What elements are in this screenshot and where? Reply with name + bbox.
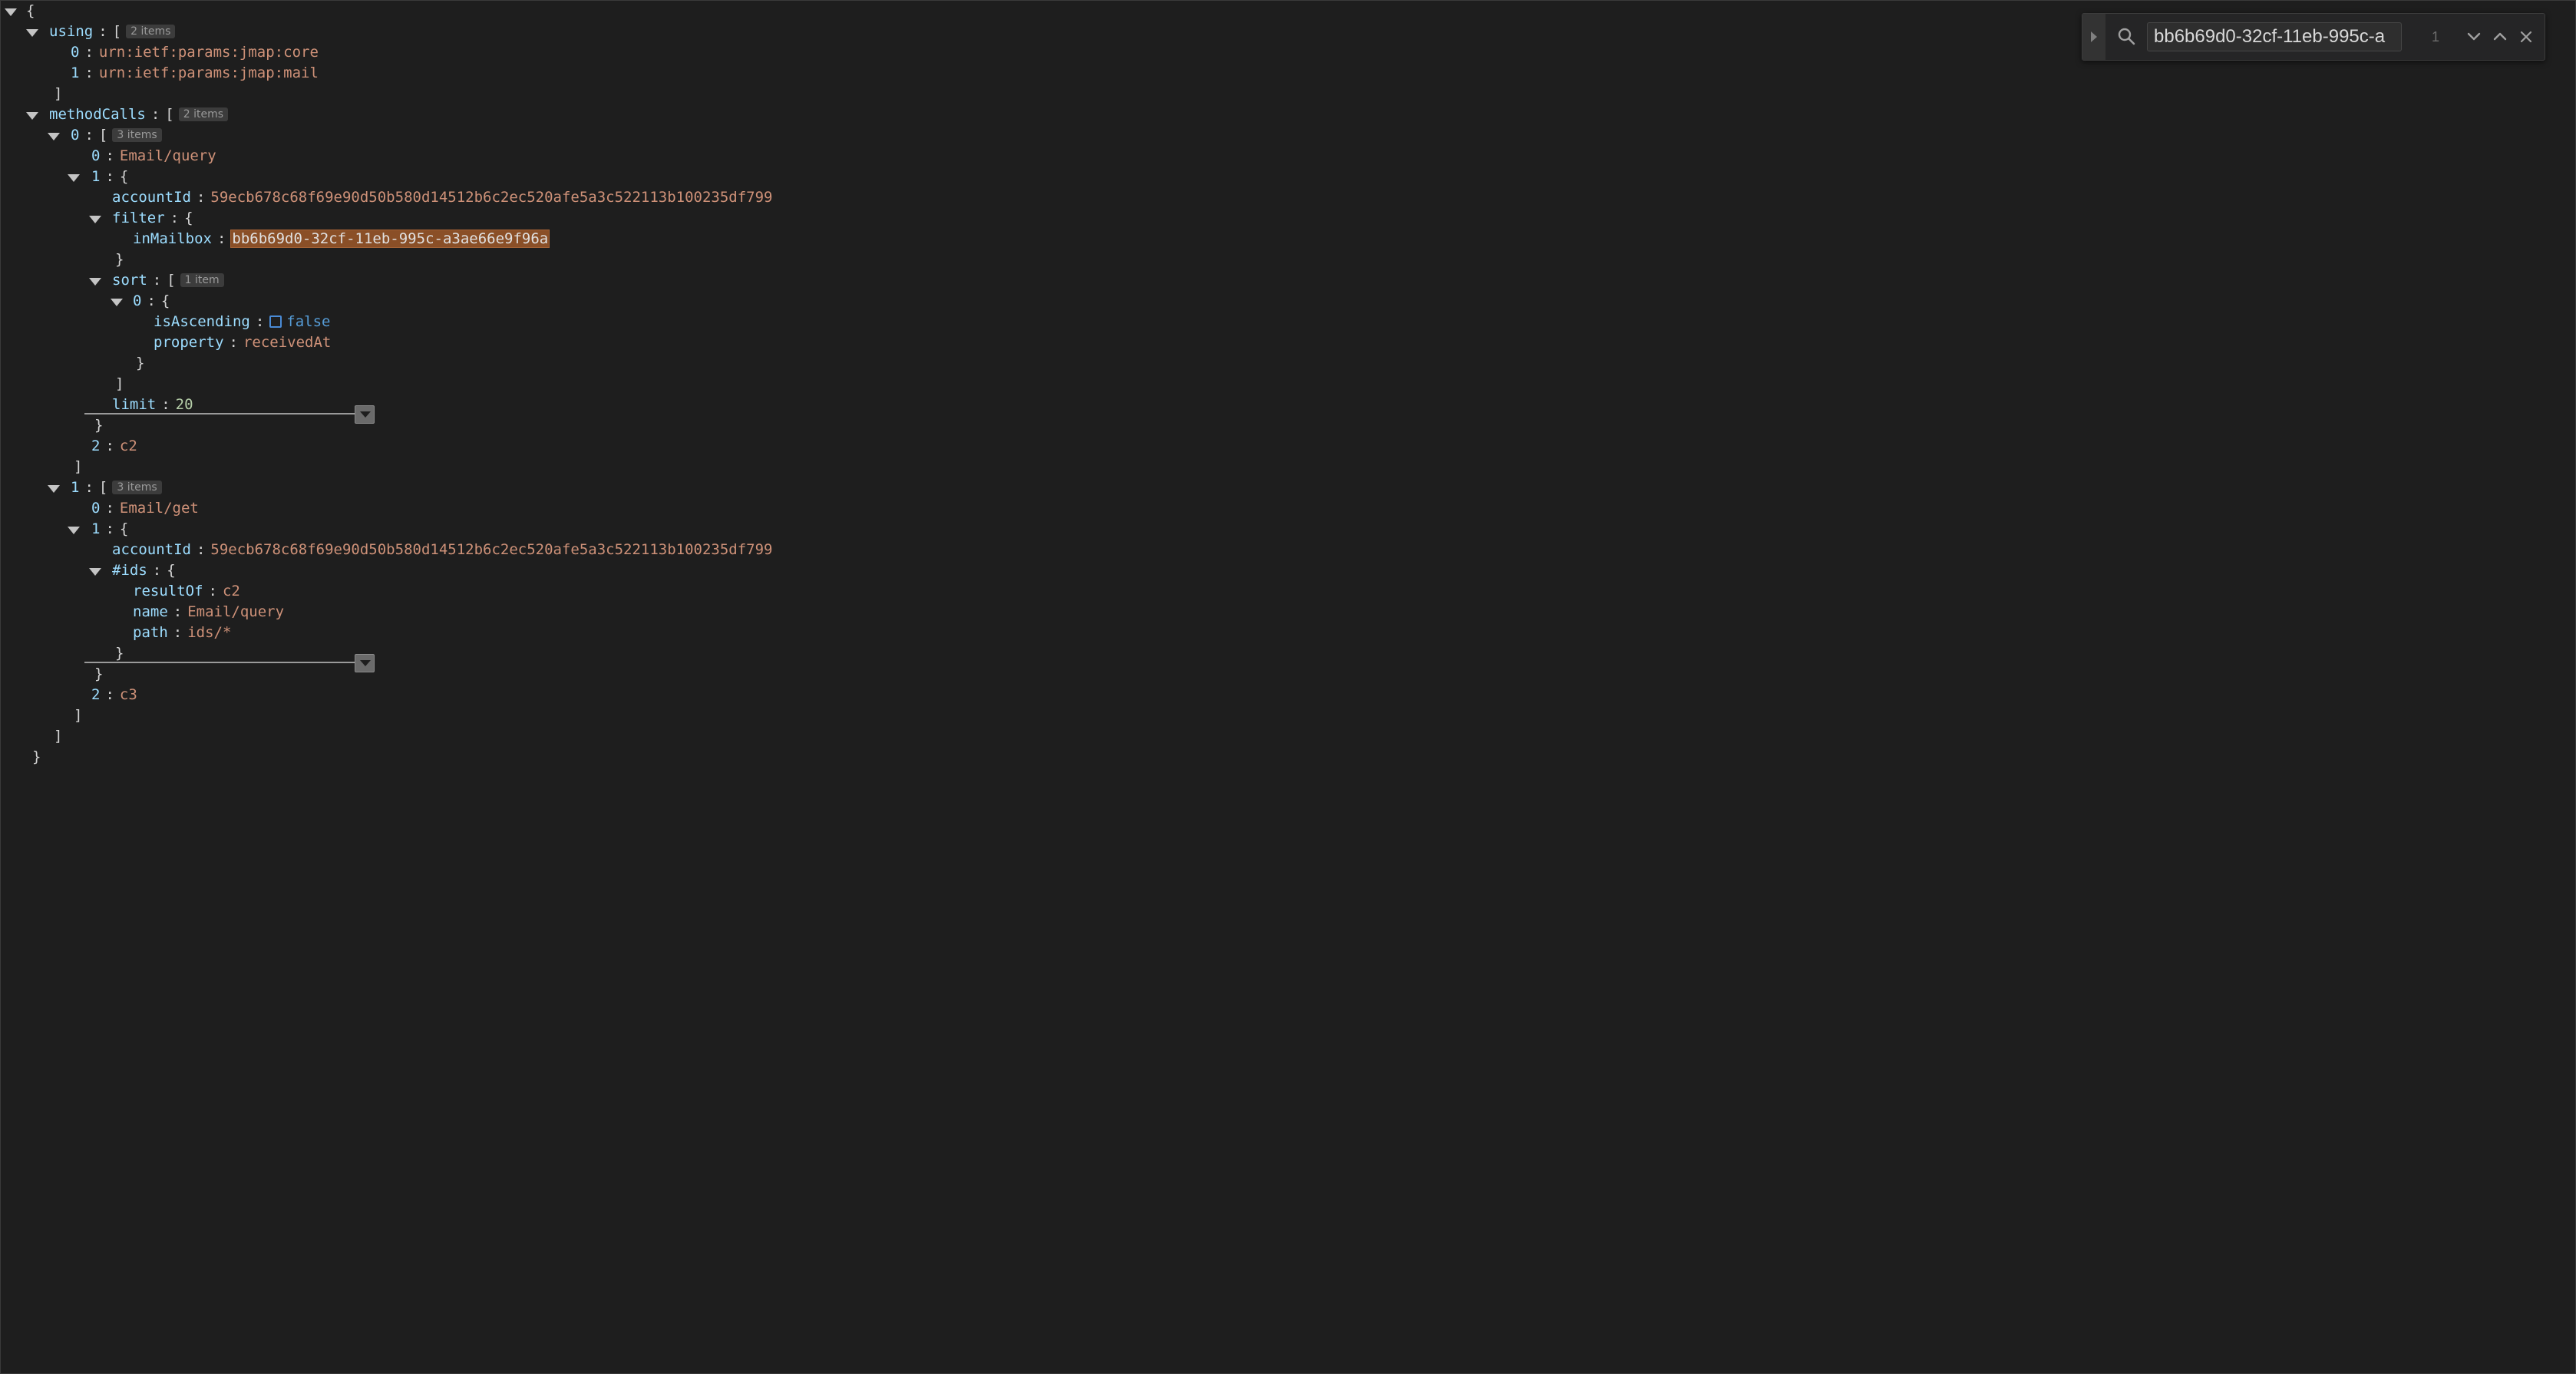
find-widget: 1 — [2082, 13, 2545, 61]
value-string: Email/query — [119, 147, 216, 164]
value-boolean: false — [286, 313, 331, 330]
key-methodcalls: methodCalls — [49, 106, 146, 123]
resize-guide-line — [84, 413, 358, 415]
value-string: 59ecb678c68f69e90d50b580d14512b6c2ec520a… — [210, 541, 773, 558]
expand-triangle-icon[interactable] — [111, 299, 123, 306]
expand-triangle-icon[interactable] — [26, 29, 38, 37]
item-count-badge: 3 items — [112, 128, 162, 142]
boolean-checkbox[interactable] — [269, 315, 282, 328]
value-string: Email/query — [187, 603, 285, 620]
expand-triangle-icon[interactable] — [68, 527, 80, 534]
value-string: c2 — [222, 583, 240, 599]
expand-triangle-icon[interactable] — [89, 568, 101, 576]
find-input[interactable] — [2147, 22, 2402, 51]
drag-handle[interactable] — [355, 405, 375, 424]
value-string: receivedAt — [243, 334, 332, 351]
close-icon[interactable] — [2514, 25, 2538, 49]
root-open-brace: { — [26, 2, 35, 19]
expand-triangle-icon[interactable] — [48, 133, 60, 140]
chevron-up-icon[interactable] — [2488, 25, 2512, 49]
expand-triangle-icon[interactable] — [89, 216, 101, 223]
resize-guide-line — [84, 662, 358, 663]
expand-triangle-icon[interactable] — [68, 174, 80, 182]
item-count-badge: 2 items — [178, 107, 229, 121]
chevron-down-icon[interactable] — [2462, 25, 2486, 49]
chevron-right-icon[interactable] — [2082, 14, 2105, 60]
value-number: 20 — [175, 396, 193, 413]
match-count: 1 — [2431, 29, 2439, 45]
value-string: c3 — [119, 686, 137, 703]
item-count-badge: 3 items — [112, 481, 162, 494]
key-using: using — [49, 23, 94, 40]
expand-triangle-icon[interactable] — [26, 112, 38, 120]
item-count-badge: 2 items — [126, 25, 176, 38]
expand-triangle-icon[interactable] — [5, 8, 17, 16]
value-string: ids/* — [187, 624, 232, 641]
expand-triangle-icon[interactable] — [48, 485, 60, 493]
item-count-badge: 1 item — [180, 273, 224, 287]
value-string: urn:ietf:params:jmap:core — [98, 44, 319, 61]
value-string: urn:ietf:params:jmap:mail — [98, 64, 319, 81]
value-string: 59ecb678c68f69e90d50b580d14512b6c2ec520a… — [210, 189, 773, 206]
value-string: c2 — [119, 438, 137, 454]
expand-triangle-icon[interactable] — [89, 278, 101, 286]
drag-handle[interactable] — [355, 654, 375, 672]
value-string: Email/get — [119, 500, 199, 517]
search-match-highlight: bb6b69d0-32cf-11eb-995c-a3ae66e9f96a — [230, 230, 550, 248]
search-icon — [2116, 26, 2138, 48]
